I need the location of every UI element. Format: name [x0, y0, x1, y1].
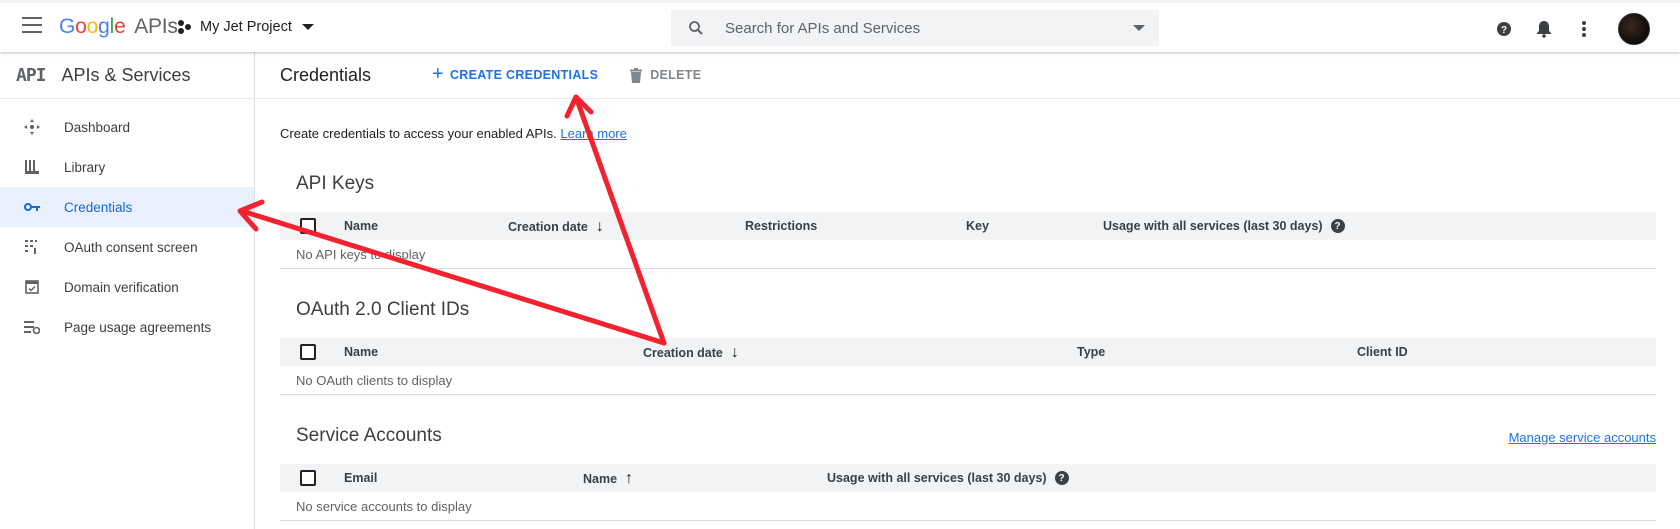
oauth-table: Name Creation date ↓ Type Client ID No OA… — [280, 338, 1656, 395]
sidebar: API APIs & Services Dashboard Library Cr… — [0, 52, 255, 529]
project-name: My Jet Project — [200, 19, 292, 35]
api-logo-icon: API — [16, 64, 46, 86]
library-icon — [24, 159, 40, 175]
help-icon[interactable]: ? — [1054, 471, 1069, 485]
sidebar-item-label: Dashboard — [64, 119, 131, 135]
intro-text: Create credentials to access your enable… — [280, 126, 627, 141]
dashboard-icon — [24, 119, 40, 135]
column-label: Usage with all services (last 30 days) — [827, 471, 1047, 485]
learn-more-link[interactable]: Learn more — [560, 126, 626, 141]
delete-button[interactable]: DELETE — [630, 67, 702, 83]
create-credentials-label: CREATE CREDENTIALS — [449, 68, 599, 82]
sidebar-item-credentials[interactable]: Credentials — [0, 187, 254, 227]
sidebar-item-label: Library — [64, 159, 106, 175]
search-input[interactable] — [725, 19, 1115, 37]
table-header: Name Creation date ↓ Restrictions Key Usa… — [280, 212, 1656, 240]
create-credentials-button[interactable]: + CREATE CREDENTIALS — [432, 62, 599, 86]
column-label: Usage with all services (last 30 days) — [1103, 219, 1323, 233]
sidebar-item-page-usage[interactable]: Page usage agreements — [0, 307, 254, 347]
logo-letter: o — [86, 15, 99, 38]
page-usage-icon — [24, 319, 40, 335]
main-content: Credentials + CREATE CREDENTIALS DELETE … — [256, 52, 1680, 529]
project-icon — [178, 20, 192, 34]
help-icon[interactable]: ? — [1492, 17, 1516, 41]
sidebar-item-label: Page usage agreements — [64, 319, 212, 335]
top-app-bar: Google APIs My Jet Project ? — [0, 0, 1680, 52]
search-icon — [689, 21, 703, 35]
trash-icon — [630, 67, 643, 83]
logo-suffix: APIs — [134, 15, 178, 38]
sidebar-item-label: Domain verification — [64, 279, 179, 295]
select-all-checkbox[interactable] — [300, 218, 316, 234]
google-apis-logo[interactable]: Google APIs — [59, 15, 178, 39]
column-header[interactable]: Key — [966, 219, 989, 233]
menu-icon[interactable] — [22, 17, 42, 33]
select-all-checkbox[interactable] — [300, 344, 316, 360]
empty-row: No OAuth clients to display — [280, 366, 1656, 395]
help-icon[interactable]: ? — [1330, 219, 1345, 233]
logo-letter: G — [59, 15, 76, 38]
logo-letter: o — [75, 15, 87, 38]
service-accounts-title: Service Accounts — [296, 425, 442, 446]
column-header[interactable]: Name — [344, 345, 378, 359]
sidebar-item-library[interactable]: Library — [0, 147, 254, 187]
column-header-sortable[interactable]: Creation date ↓ — [508, 219, 604, 235]
api-keys-table: Name Creation date ↓ Restrictions Key Usa… — [280, 212, 1656, 269]
key-icon — [24, 199, 40, 215]
manage-service-accounts-link[interactable]: Manage service accounts — [1509, 430, 1656, 445]
column-label: Creation date — [508, 220, 588, 234]
column-label: Creation date — [643, 346, 723, 360]
api-keys-title: API Keys — [296, 173, 375, 194]
logo-letter: e — [114, 15, 126, 38]
column-header[interactable]: Usage with all services (last 30 days)? — [1103, 219, 1345, 233]
table-header: Email Name ↑ Usage with all services (las… — [280, 464, 1656, 492]
page-title: Credentials — [280, 64, 372, 85]
search-bar[interactable] — [671, 10, 1159, 46]
table-header: Name Creation date ↓ Type Client ID — [280, 338, 1656, 366]
consent-icon — [24, 239, 40, 255]
arrow-down-icon: ↓ — [730, 344, 739, 361]
empty-row: No API keys to display — [280, 240, 1656, 269]
column-label: Name — [583, 472, 618, 486]
domain-verification-icon — [24, 279, 40, 295]
intro-sentence: Create credentials to access your enable… — [280, 126, 561, 141]
sidebar-title: APIs & Services — [61, 64, 191, 85]
select-all-checkbox[interactable] — [300, 470, 316, 486]
empty-row: No service accounts to display — [280, 492, 1656, 521]
chevron-down-icon — [301, 24, 314, 30]
column-header-sortable[interactable]: Name ↑ — [583, 471, 633, 487]
column-header[interactable]: Restrictions — [745, 219, 817, 233]
sidebar-item-label: Credentials — [64, 199, 133, 215]
column-header[interactable]: Usage with all services (last 30 days)? — [827, 471, 1069, 485]
account-avatar[interactable] — [1618, 13, 1650, 45]
sidebar-item-oauth-consent[interactable]: OAuth consent screen — [0, 227, 254, 267]
column-header-sortable[interactable]: Creation date ↓ — [643, 345, 739, 361]
page-header: Credentials + CREATE CREDENTIALS DELETE — [256, 52, 1680, 99]
notifications-icon[interactable] — [1532, 17, 1556, 41]
search-dropdown-icon[interactable] — [1133, 25, 1145, 31]
column-header[interactable]: Name — [344, 219, 378, 233]
sidebar-header: API APIs & Services — [0, 52, 254, 99]
svg-text:?: ? — [1501, 25, 1507, 36]
column-header[interactable]: Client ID — [1357, 345, 1408, 359]
arrow-up-icon: ↑ — [625, 470, 634, 487]
more-vert-icon[interactable] — [1572, 17, 1596, 41]
oauth-title: OAuth 2.0 Client IDs — [296, 299, 470, 320]
sidebar-item-label: OAuth consent screen — [64, 239, 198, 255]
sidebar-item-dashboard[interactable]: Dashboard — [0, 107, 254, 147]
service-accounts-table: Email Name ↑ Usage with all services (las… — [280, 464, 1656, 521]
delete-label: DELETE — [650, 68, 702, 82]
plus-icon: + — [432, 62, 444, 85]
column-header[interactable]: Type — [1077, 345, 1105, 359]
sidebar-item-domain-verification[interactable]: Domain verification — [0, 267, 254, 307]
logo-letter: g — [98, 15, 110, 38]
project-selector[interactable]: My Jet Project — [178, 19, 314, 35]
column-header[interactable]: Email — [344, 471, 377, 485]
arrow-down-icon: ↓ — [595, 218, 604, 235]
